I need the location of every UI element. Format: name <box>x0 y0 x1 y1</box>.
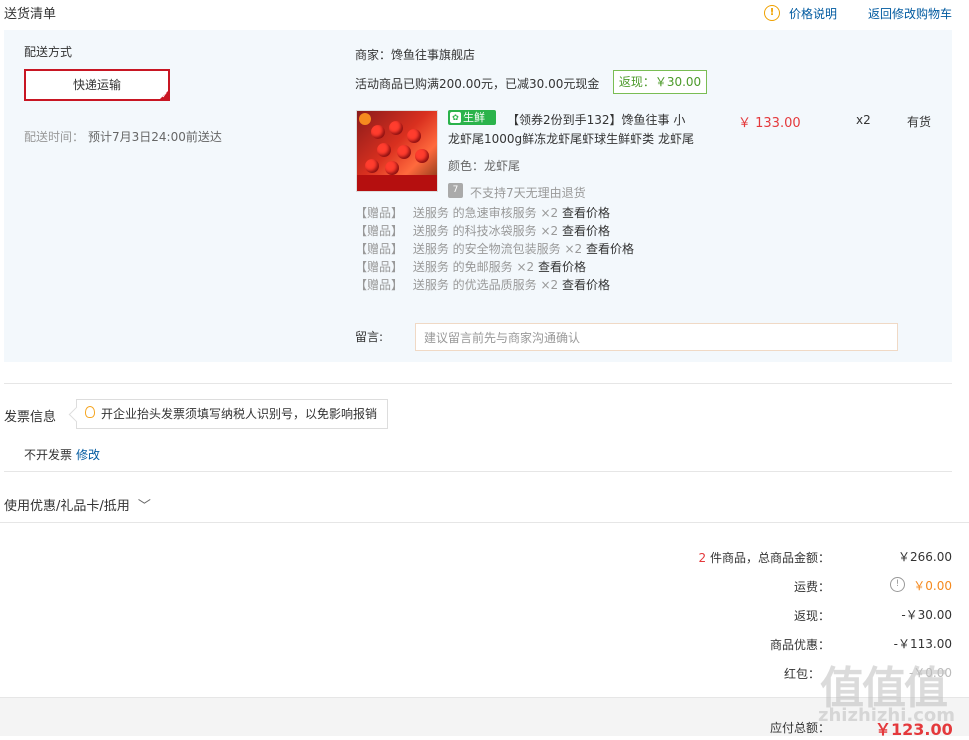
gift-item: 【赠品】 送服务 的急速审核服务 ×2 查看价格 <box>355 206 611 220</box>
divider <box>4 383 952 384</box>
fresh-icon: ✿ <box>450 112 461 123</box>
item-count: 2 <box>698 551 707 565</box>
lightbulb-icon <box>85 406 95 418</box>
product-tag-icon <box>359 113 371 125</box>
total-label: 应付总额： <box>769 721 830 735</box>
coupon-toggle[interactable]: 使用优惠/礼品卡/抵用 ﹀ <box>4 495 151 514</box>
gift-item: 【赠品】 送服务 的安全物流包装服务 ×2 查看价格 <box>355 242 635 256</box>
shipping-method-label: 配送方式 <box>24 45 73 59</box>
view-price-link[interactable]: 查看价格 <box>562 278 610 292</box>
fresh-badge: ✿ 生鲜 <box>448 110 496 125</box>
stock-status: 有货 <box>907 115 932 129</box>
watermark-text: zhizhizhi.com <box>818 705 956 726</box>
gift-item: 【赠品】 送服务 的科技冰袋服务 ×2 查看价格 <box>355 224 611 238</box>
express-shipping-button[interactable]: 快递运输 ✓ <box>24 69 170 101</box>
product-qty: x2 <box>856 113 871 127</box>
redpacket-label: 红包： <box>783 667 820 681</box>
product-color: 颜色：龙虾尾 <box>448 159 521 173</box>
divider <box>4 471 952 472</box>
cashback-label: 返现： <box>793 609 830 623</box>
discount-label: 商品优惠： <box>769 638 830 652</box>
gift-item: 【赠品】 送服务 的优选品质服务 ×2 查看价格 <box>355 278 611 292</box>
page-title: 送货清单 <box>4 7 57 22</box>
discount-value: -￥113.00 <box>893 637 952 651</box>
chevron-down-icon: ﹀ <box>137 499 151 514</box>
freight-value: ￥0.00 <box>913 579 952 593</box>
invoice-title: 发票信息 <box>4 410 57 425</box>
view-price-link[interactable]: 查看价格 <box>538 260 586 274</box>
info-icon[interactable]: ! <box>764 5 780 21</box>
invoice-value: 不开发票 <box>24 448 73 462</box>
gift-item: 【赠品】 送服务 的免邮服务 ×2 查看价格 <box>355 260 587 274</box>
price-note-link[interactable]: 价格说明 <box>789 5 837 22</box>
invoice-edit-link[interactable]: 修改 <box>76 446 100 463</box>
message-input[interactable]: 建议留言前先与商家沟通确认 <box>415 323 898 351</box>
cashback-value: -￥30.00 <box>901 608 952 622</box>
check-icon: ✓ <box>161 91 168 100</box>
message-label: 留言: <box>355 330 384 344</box>
view-price-link[interactable]: 查看价格 <box>562 206 610 220</box>
no-return-icon: 7 <box>448 183 463 198</box>
freight-label: 运费： <box>793 580 830 594</box>
delivery-time-label: 配送时间： 预计7月3日24:00前送达 <box>24 130 222 144</box>
promo-text: 活动商品已购满200.00元，已减30.00元现金 <box>355 77 600 91</box>
merchant-name: 商家：馋鱼往事旗舰店 <box>355 48 476 62</box>
no-return-text: 不支持7天无理由退货 <box>470 186 586 200</box>
goods-total-value: ￥266.00 <box>898 550 952 564</box>
view-price-link[interactable]: 查看价格 <box>586 242 634 256</box>
product-image[interactable] <box>356 110 438 192</box>
invoice-tip: 开企业抬头发票须填写纳税人识别号，以免影响报销 <box>68 399 388 429</box>
view-price-link[interactable]: 查看价格 <box>562 224 610 238</box>
product-title-line1[interactable]: 【领券2份到手132】馋鱼往事 小 <box>507 111 685 128</box>
shipping-method-text: 快递运输 <box>72 78 121 92</box>
product-price: ￥ 133.00 <box>738 116 801 131</box>
back-to-cart-link[interactable]: 返回修改购物车 <box>868 5 952 22</box>
divider <box>0 522 969 523</box>
cashback-badge: 返现：￥30.00 <box>613 70 707 94</box>
delivery-time-value: 预计7月3日24:00前送达 <box>88 130 222 144</box>
product-title-line2[interactable]: 龙虾尾1000g鲜冻龙虾尾虾球生鲜虾类 龙虾尾 <box>448 130 694 147</box>
goods-total-label: 2 件商品，总商品金额： <box>698 551 830 565</box>
